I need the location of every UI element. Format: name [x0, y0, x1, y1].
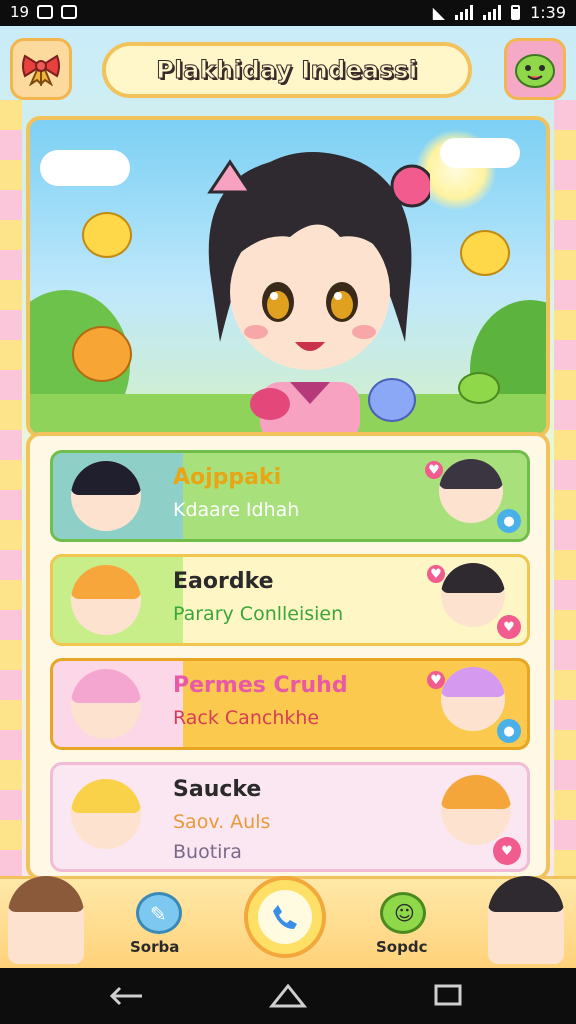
home-icon[interactable] [268, 982, 308, 1008]
main-character-avatar [207, 152, 430, 434]
decor-stripe-right [554, 100, 576, 880]
avatar [441, 775, 511, 845]
avatar [71, 779, 141, 849]
contact-list-panel: Aojppaki Kdaare Idhah ♥ ● Eaordke Parary… [26, 432, 550, 880]
title-banner: Plakhiday Indeassi [102, 42, 472, 98]
clock: 1:39 [530, 3, 566, 22]
yellow-critter-icon [82, 212, 132, 258]
contact-name: Saucke [173, 777, 262, 802]
avatar [71, 461, 141, 531]
page-title: Plakhiday Indeassi [156, 56, 418, 85]
avatar [71, 565, 141, 635]
system-nav-bar [0, 968, 576, 1024]
heart-icon: ♥ [425, 461, 443, 479]
chat-icon: ✎ [150, 902, 167, 926]
phone-icon [273, 905, 297, 929]
bow-button[interactable] [10, 38, 72, 100]
avatar [441, 667, 505, 731]
contact-name: Permes Cruhd [173, 673, 348, 698]
signal-2-icon [483, 5, 502, 20]
contact-card[interactable]: Permes Cruhd Rack Canchkhe ♥ ● [50, 658, 530, 750]
contact-name: Aojppaki [173, 465, 282, 490]
nav-label-right[interactable]: Sopdc [376, 938, 427, 956]
call-button[interactable] [244, 876, 326, 958]
wifi-icon: ◣ [432, 3, 446, 22]
contact-card[interactable]: Eaordke Parary Conlleisien ♥ ♥ [50, 554, 530, 646]
nav-label-left[interactable]: Sorba [130, 938, 179, 956]
contact-subtitle: Rack Canchkhe [173, 707, 320, 729]
status-bar: 19 ◣ 1:39 [0, 0, 576, 26]
bow-icon [22, 54, 60, 86]
heart-badge-icon[interactable]: ♥ [497, 615, 521, 639]
orange-critter-icon [72, 326, 132, 382]
slime-button[interactable] [504, 38, 566, 100]
gallery-notification-icon [61, 5, 78, 19]
contact-name: Eaordke [173, 569, 274, 594]
avatar [439, 459, 503, 523]
green-critter-icon [458, 372, 500, 404]
battery-icon [511, 5, 521, 20]
notification-icon [37, 5, 54, 19]
decor-stripe-left [0, 100, 22, 880]
cloud [40, 150, 130, 186]
heart-icon: ♥ [427, 565, 445, 583]
status-text: 19 [10, 3, 30, 21]
avatar [71, 669, 141, 739]
slime-icon: ☺ [394, 901, 415, 925]
contact-card[interactable]: Saucke Saov. Auls Buotira ♥ [50, 762, 530, 872]
chat-nav-button[interactable]: ✎ [136, 892, 182, 934]
recents-icon[interactable] [428, 982, 468, 1008]
contact-subtitle: Kdaare Idhah [173, 499, 300, 521]
back-icon[interactable] [108, 984, 148, 1008]
signal-icon [455, 5, 474, 20]
left-character-avatar[interactable] [8, 876, 84, 964]
slime-nav-button[interactable]: ☺ [380, 892, 426, 934]
slime-face-icon [515, 54, 555, 88]
hero-illustration [26, 116, 550, 438]
avatar [441, 563, 505, 627]
heart-badge-icon[interactable]: ♥ [493, 837, 521, 865]
yellow-critter-icon [460, 230, 510, 276]
chat-bubble-icon[interactable]: ● [497, 719, 521, 743]
heart-icon: ♥ [427, 671, 445, 689]
contact-card[interactable]: Aojppaki Kdaare Idhah ♥ ● [50, 450, 530, 542]
contact-subtitle: Parary Conlleisien [173, 603, 344, 625]
contact-subtitle: Saov. Auls [173, 811, 271, 833]
cloud [440, 138, 520, 168]
right-character-avatar[interactable] [488, 876, 564, 964]
chat-bubble-icon[interactable]: ● [497, 509, 521, 533]
contact-extra: Buotira [173, 841, 242, 863]
